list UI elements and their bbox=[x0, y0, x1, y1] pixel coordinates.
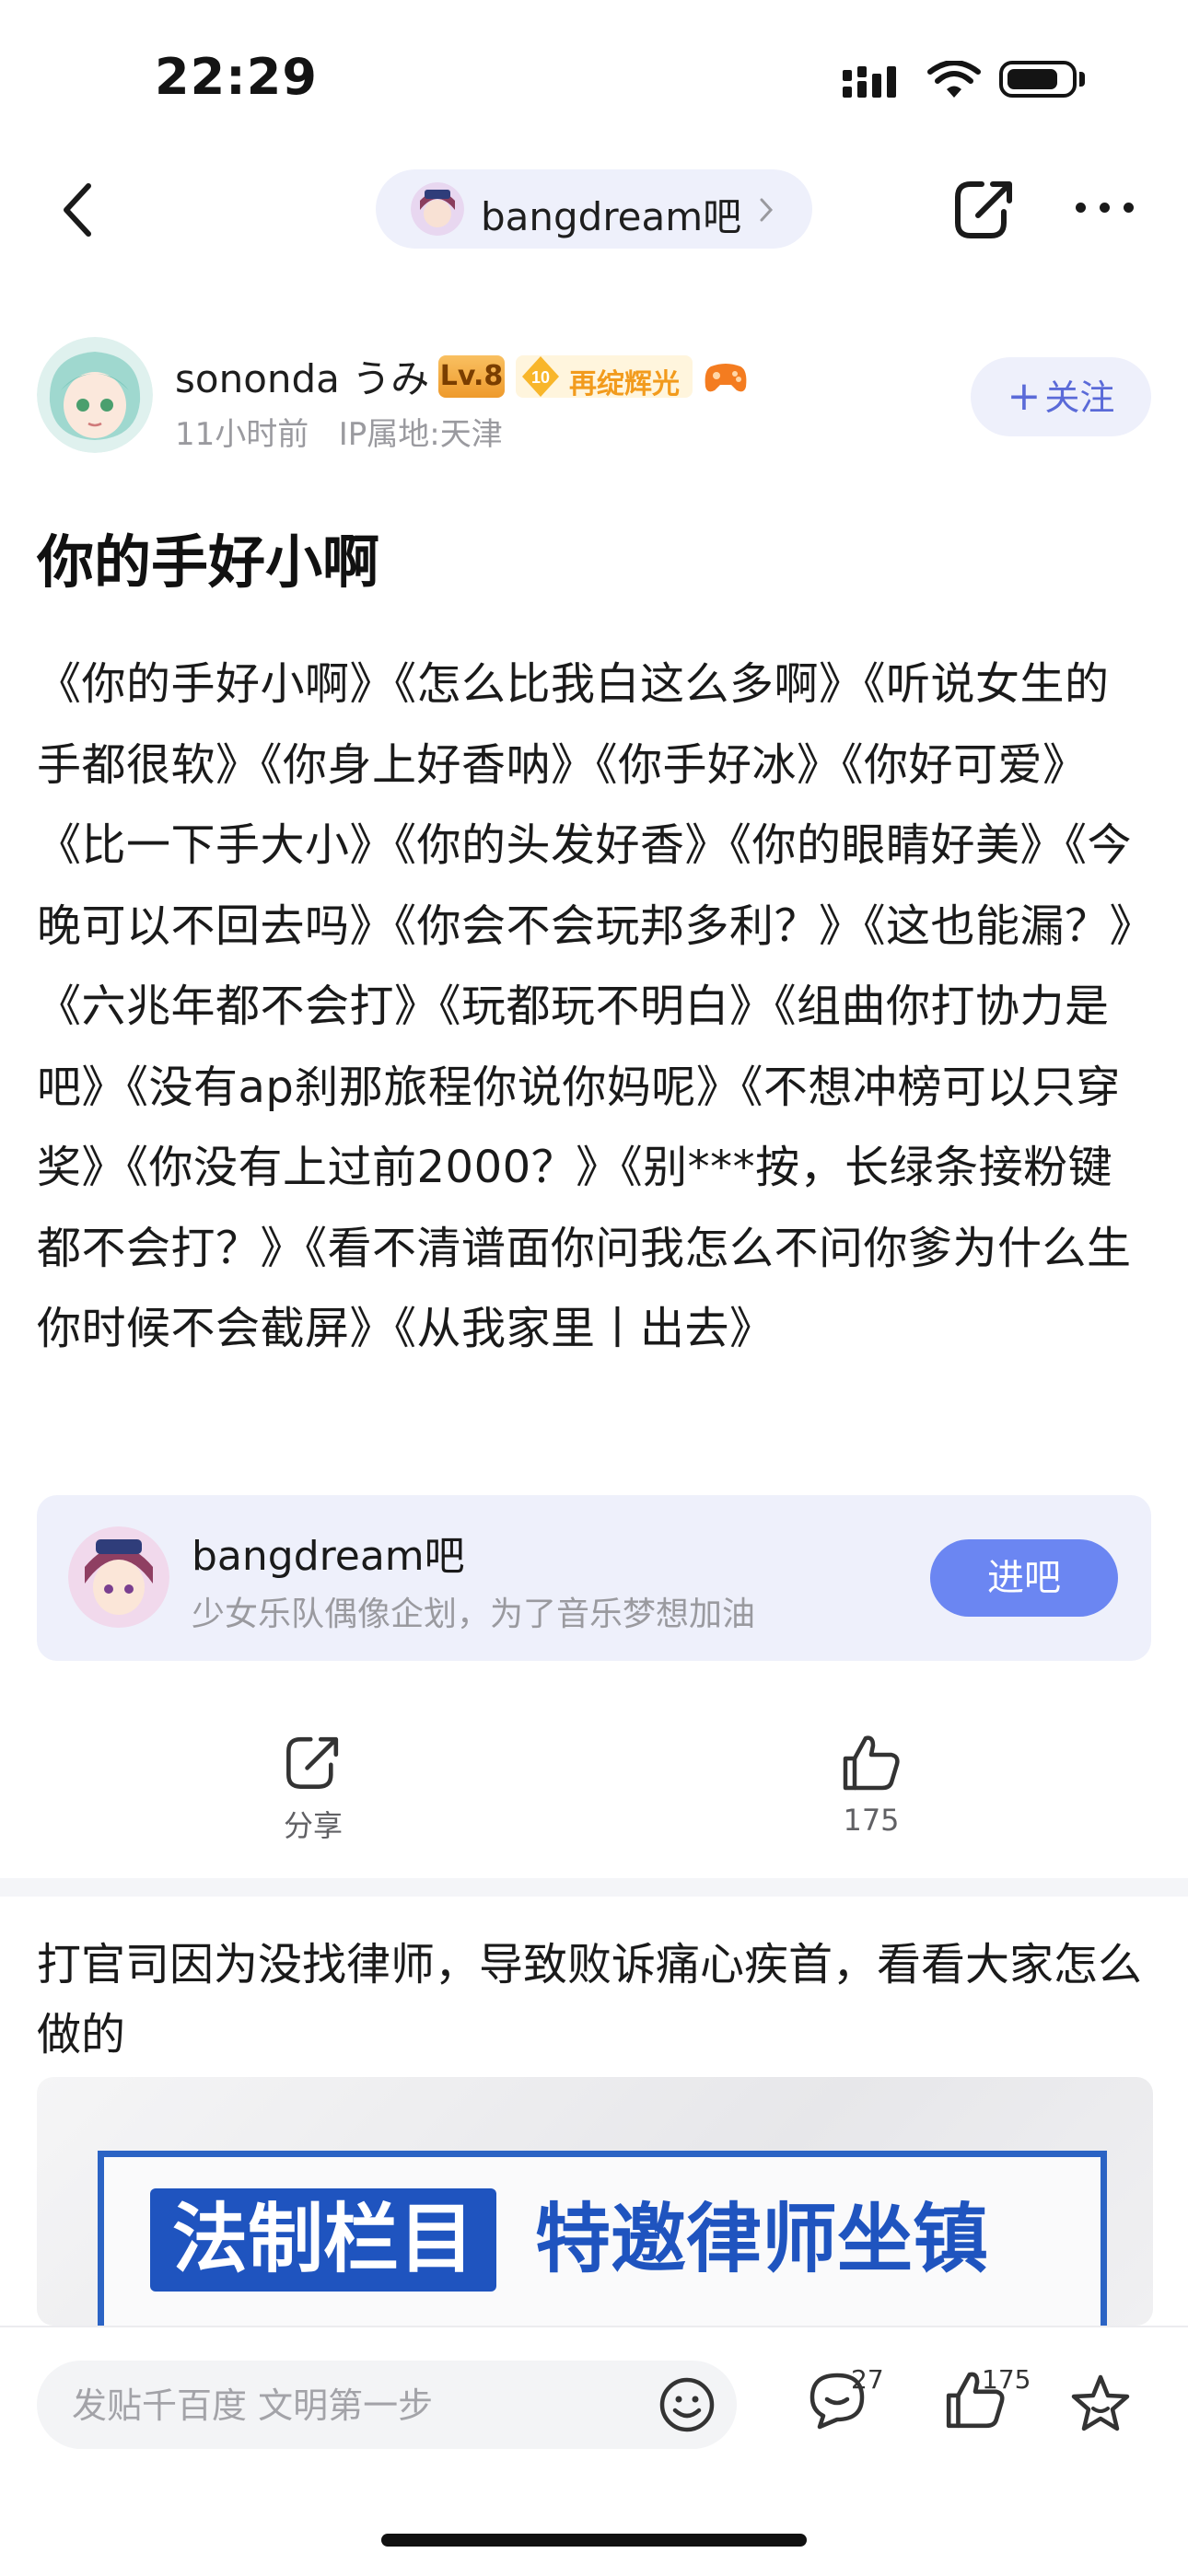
forum-card-name: bangdream吧 bbox=[192, 1533, 465, 1580]
gamepad-icon bbox=[705, 364, 747, 392]
wifi-icon bbox=[927, 61, 981, 98]
enter-forum-button[interactable]: 进吧 bbox=[930, 1539, 1118, 1617]
bottom-like-count: 175 bbox=[982, 2364, 1031, 2395]
back-icon[interactable] bbox=[52, 175, 107, 245]
forum-card-avatar bbox=[68, 1526, 169, 1628]
honor-badge: 10 再绽辉光 bbox=[516, 355, 693, 400]
forum-avatar bbox=[411, 182, 464, 236]
star-icon[interactable] bbox=[1068, 2372, 1133, 2436]
comment-input[interactable] bbox=[70, 2361, 626, 2451]
section-divider bbox=[0, 1878, 1188, 1897]
battery-icon bbox=[999, 61, 1077, 98]
post-time: 11小时前 bbox=[175, 416, 309, 453]
forum-card-description: 少女乐队偶像企划，为了音乐梦想加油 bbox=[192, 1595, 756, 1633]
forum-pill[interactable]: bangdream吧 bbox=[376, 169, 812, 249]
follow-button[interactable]: + 关注 bbox=[971, 357, 1151, 436]
post-meta: 11小时前 IP属地:天津 bbox=[175, 409, 503, 454]
comment-input-box[interactable] bbox=[37, 2361, 737, 2451]
post-title: 你的手好小啊 bbox=[37, 528, 380, 596]
battery-tip bbox=[1079, 72, 1085, 87]
emoji-icon[interactable] bbox=[658, 2375, 716, 2434]
ip-location: IP属地:天津 bbox=[338, 416, 503, 453]
ad-image-frame: 法制栏目 特邀律师坐镇 bbox=[98, 2151, 1107, 2326]
ad-image[interactable]: 法制栏目 特邀律师坐镇 bbox=[37, 2077, 1153, 2326]
share-icon bbox=[286, 1736, 339, 1789]
like-action[interactable]: 175 bbox=[825, 1731, 917, 1838]
post-body: 《你的手好小啊》《怎么比我白这么多啊》《听说女生的手都很软》《你身上好香呐》《你… bbox=[37, 658, 1133, 1354]
share-action[interactable]: 分享 bbox=[267, 1731, 359, 1845]
like-count: 175 bbox=[843, 1803, 900, 1838]
forum-card[interactable]: bangdream吧 少女乐队偶像企划，为了音乐梦想加油 进吧 bbox=[37, 1495, 1151, 1661]
status-time: 22:29 bbox=[155, 48, 318, 106]
honor-title: 再绽辉光 bbox=[569, 368, 680, 400]
forum-pill-name: bangdream吧 bbox=[481, 194, 742, 239]
ad-image-headline: 特邀律师坐镇 bbox=[535, 2196, 989, 2283]
honor-coin-icon: 10 bbox=[522, 356, 559, 397]
author-avatar[interactable] bbox=[37, 337, 153, 453]
plus-icon: + bbox=[1007, 373, 1042, 420]
level-badge: Lv.8 bbox=[438, 355, 505, 398]
cellular-signal-icon bbox=[843, 66, 896, 98]
author-name[interactable]: sononda うみ bbox=[175, 348, 429, 404]
home-indicator bbox=[381, 2534, 807, 2547]
thumbs-up-icon bbox=[843, 1735, 900, 1791]
svg-text:10: 10 bbox=[531, 368, 550, 387]
chevron-right-icon bbox=[760, 198, 774, 222]
ad-image-tag: 法制栏目 bbox=[150, 2188, 497, 2292]
more-options-icon[interactable] bbox=[1076, 203, 1135, 215]
ad-text[interactable]: 打官司因为没找律师，导致败诉痛心疾首，看看大家怎么做的 bbox=[37, 1930, 1160, 2070]
share-icon[interactable] bbox=[950, 175, 1019, 243]
share-label: 分享 bbox=[283, 1808, 343, 1843]
comment-count: 27 bbox=[851, 2364, 884, 2395]
follow-label: 关注 bbox=[1044, 377, 1115, 418]
